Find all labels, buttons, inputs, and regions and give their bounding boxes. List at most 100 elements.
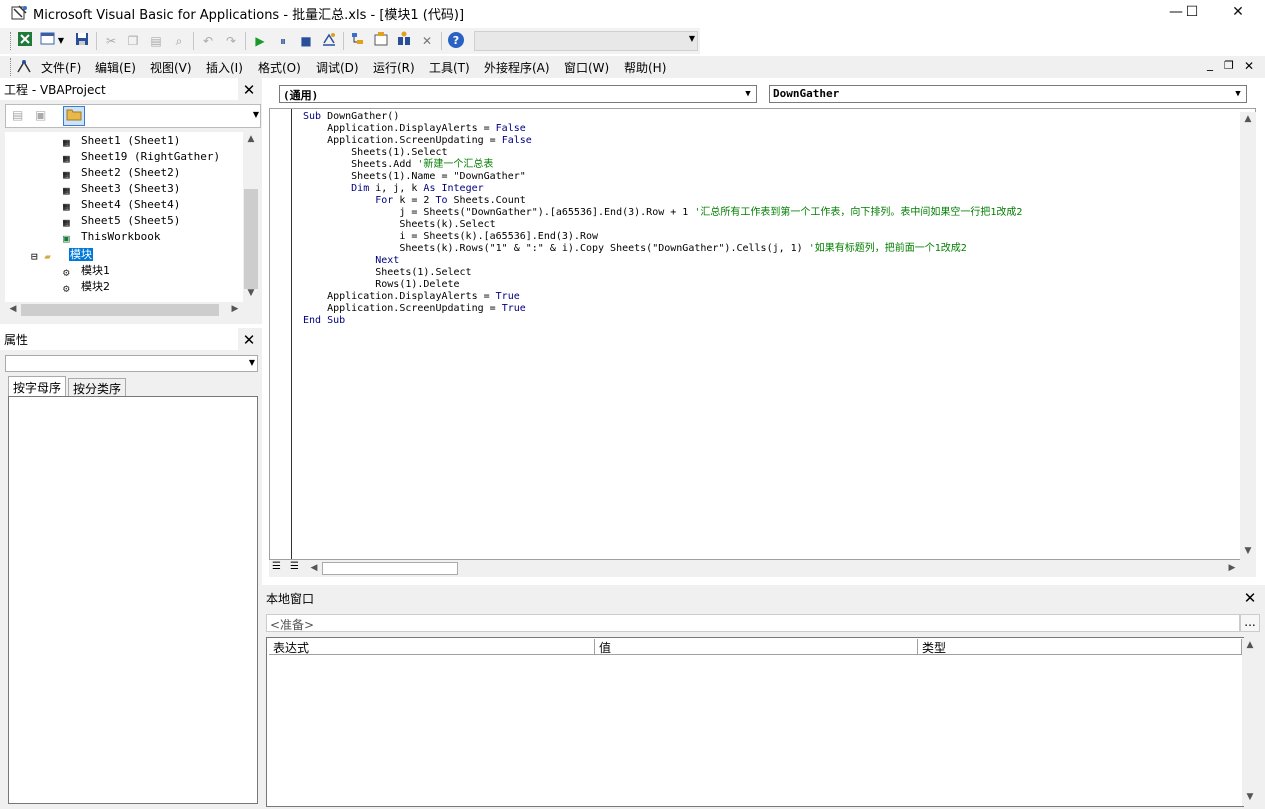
view-code-icon[interactable]: ▤ [12, 108, 23, 122]
tree-item[interactable]: ▦ Sheet1 (Sheet1) [63, 134, 180, 150]
scroll-left-icon[interactable]: ◀ [5, 304, 21, 314]
scroll-up-icon[interactable]: ▲ [1240, 114, 1256, 124]
mdi-restore-button[interactable]: ❐ [1224, 59, 1234, 72]
code-line[interactable]: Next [303, 255, 399, 267]
design-mode-icon[interactable] [319, 31, 339, 51]
code-hscrollbar[interactable]: ☰ ☰ ◀ ▶ [269, 560, 1256, 577]
close-icon[interactable]: ✕ [1241, 589, 1259, 607]
save-icon[interactable] [72, 31, 92, 51]
scroll-track[interactable] [1241, 130, 1255, 540]
code-editor[interactable]: Sub DownGather() Application.DisplayAler… [269, 108, 1256, 560]
code-line[interactable]: For k = 2 To Sheets.Count [303, 195, 526, 207]
paste-icon[interactable]: ▤ [146, 31, 166, 51]
scroll-right-icon[interactable]: ▶ [1224, 563, 1240, 573]
locals-vscrollbar[interactable]: ▲ ▼ [1242, 638, 1258, 806]
column-value[interactable]: 值 [595, 639, 918, 655]
help-icon[interactable]: ? [446, 31, 466, 51]
toolbar-combo[interactable]: ▼ [474, 31, 698, 51]
call-stack-button[interactable]: ... [1240, 614, 1260, 632]
scroll-down-icon[interactable]: ▼ [243, 288, 259, 298]
tab-categorized[interactable]: 按分类序 [68, 378, 127, 396]
scroll-right-icon[interactable]: ▶ [227, 304, 243, 314]
menu-addins[interactable]: 外接程序(A) [484, 59, 550, 76]
code-line[interactable]: Sheets(1).Select [303, 147, 447, 159]
break-icon[interactable]: ⏸ [273, 31, 293, 51]
procedure-view-icon[interactable]: ☰ [272, 561, 281, 572]
code-line[interactable]: Sheets.Add '新建一个汇总表 [303, 159, 493, 171]
toolbox-icon[interactable]: ✕ [417, 31, 437, 51]
menu-run[interactable]: 运行(R) [373, 59, 415, 76]
code-line[interactable]: Sheets(1).Select [303, 267, 471, 279]
code-line[interactable]: Dim i, j, k As Integer [303, 183, 483, 195]
excel-icon[interactable] [15, 31, 35, 51]
tree-item[interactable]: ⊟ ▰ 模块 [31, 246, 93, 263]
toggle-folders-icon[interactable] [63, 106, 85, 126]
menu-window[interactable]: 窗口(W) [564, 59, 609, 76]
code-line[interactable]: Application.ScreenUpdating = True [303, 303, 526, 315]
tree-item[interactable]: ▣ ThisWorkbook [63, 230, 160, 246]
close-icon[interactable]: ✕ [240, 81, 258, 99]
mdi-close-button[interactable]: ✕ [1244, 59, 1254, 73]
menu-help[interactable]: 帮助(H) [624, 59, 666, 76]
scroll-thumb[interactable] [21, 304, 219, 316]
tree-item[interactable]: ▦ Sheet19 (RightGather) [63, 150, 220, 166]
scroll-thumb[interactable] [322, 562, 458, 575]
view-object-icon[interactable]: ▣ [35, 108, 46, 122]
tree-item[interactable]: ⚙ 模块1 [63, 262, 110, 279]
scroll-up-icon[interactable]: ▲ [1242, 640, 1258, 650]
code-line[interactable]: Sheets(k).Select [303, 219, 495, 231]
menu-insert[interactable]: 插入(I) [206, 59, 243, 76]
insert-userform-icon[interactable] [38, 31, 58, 51]
cut-icon[interactable]: ✂ [101, 31, 121, 51]
menu-view[interactable]: 视图(V) [150, 59, 192, 76]
code-line[interactable]: Rows(1).Delete [303, 279, 459, 291]
menu-edit[interactable]: 编辑(E) [95, 59, 136, 76]
run-icon[interactable]: ▶ [250, 31, 270, 51]
scroll-left-icon[interactable]: ◀ [306, 563, 322, 573]
tree-item[interactable]: ⚙ 模块2 [63, 278, 110, 295]
object-combo[interactable]: (通用) ▼ [279, 85, 757, 103]
scroll-up-icon[interactable]: ▲ [243, 134, 259, 144]
code-line[interactable]: j = Sheets("DownGather").[a65536].End(3)… [303, 207, 1022, 219]
mdi-minimize-button[interactable]: _ [1207, 57, 1213, 71]
tab-alphabetic[interactable]: 按字母序 [8, 376, 67, 396]
code-line[interactable]: Sub DownGather() [303, 111, 399, 123]
column-type[interactable]: 类型 [918, 639, 1242, 655]
margin-indicator-bar[interactable] [270, 109, 292, 559]
full-module-view-icon[interactable]: ☰ [290, 561, 299, 572]
scroll-down-icon[interactable]: ▼ [1240, 546, 1256, 556]
code-line[interactable]: End Sub [303, 315, 345, 327]
menu-file[interactable]: 文件(F) [41, 59, 81, 76]
reset-icon[interactable]: ■ [296, 31, 316, 51]
find-icon[interactable]: ⌕ [169, 31, 189, 51]
maximize-button[interactable]: ☐ [1169, 0, 1215, 26]
close-button[interactable]: ✕ [1215, 0, 1261, 26]
project-explorer-icon[interactable] [348, 31, 368, 51]
column-expression[interactable]: 表达式 [269, 639, 595, 655]
properties-icon[interactable] [371, 31, 391, 51]
menu-debug[interactable]: 调试(D) [316, 59, 359, 76]
scroll-thumb[interactable] [244, 189, 258, 289]
toolbar-grip[interactable] [10, 32, 13, 50]
code-line[interactable]: Application.ScreenUpdating = False [303, 135, 532, 147]
copy-icon[interactable]: ❐ [123, 31, 143, 51]
redo-icon[interactable]: ↷ [221, 31, 241, 51]
tree-item[interactable]: ▦ Sheet2 (Sheet2) [63, 166, 180, 182]
tree-hscrollbar[interactable]: ◀ ▶ [5, 302, 243, 319]
menu-grip[interactable] [10, 58, 13, 76]
properties-grid[interactable] [8, 396, 258, 804]
locals-grid[interactable] [266, 637, 1244, 807]
code-line[interactable]: Application.DisplayAlerts = True [303, 291, 520, 303]
tree-item[interactable]: ▦ Sheet3 (Sheet3) [63, 182, 180, 198]
tree-item[interactable]: ▦ Sheet4 (Sheet4) [63, 198, 180, 214]
undo-icon[interactable]: ↶ [198, 31, 218, 51]
code-vscrollbar[interactable]: ▲ ▼ [1240, 112, 1256, 560]
menu-tools[interactable]: 工具(T) [429, 59, 470, 76]
object-dropdown[interactable]: ▼ [5, 355, 258, 372]
tree-vscrollbar[interactable]: ▲ ▼ [243, 132, 259, 302]
code-line[interactable]: Sheets(1).Name = "DownGather" [303, 171, 526, 183]
chevron-down-icon[interactable]: ▼ [56, 31, 66, 51]
chevron-down-icon[interactable]: ▼ [253, 110, 259, 119]
menu-format[interactable]: 格式(O) [258, 59, 301, 76]
close-icon[interactable]: ✕ [240, 331, 258, 349]
